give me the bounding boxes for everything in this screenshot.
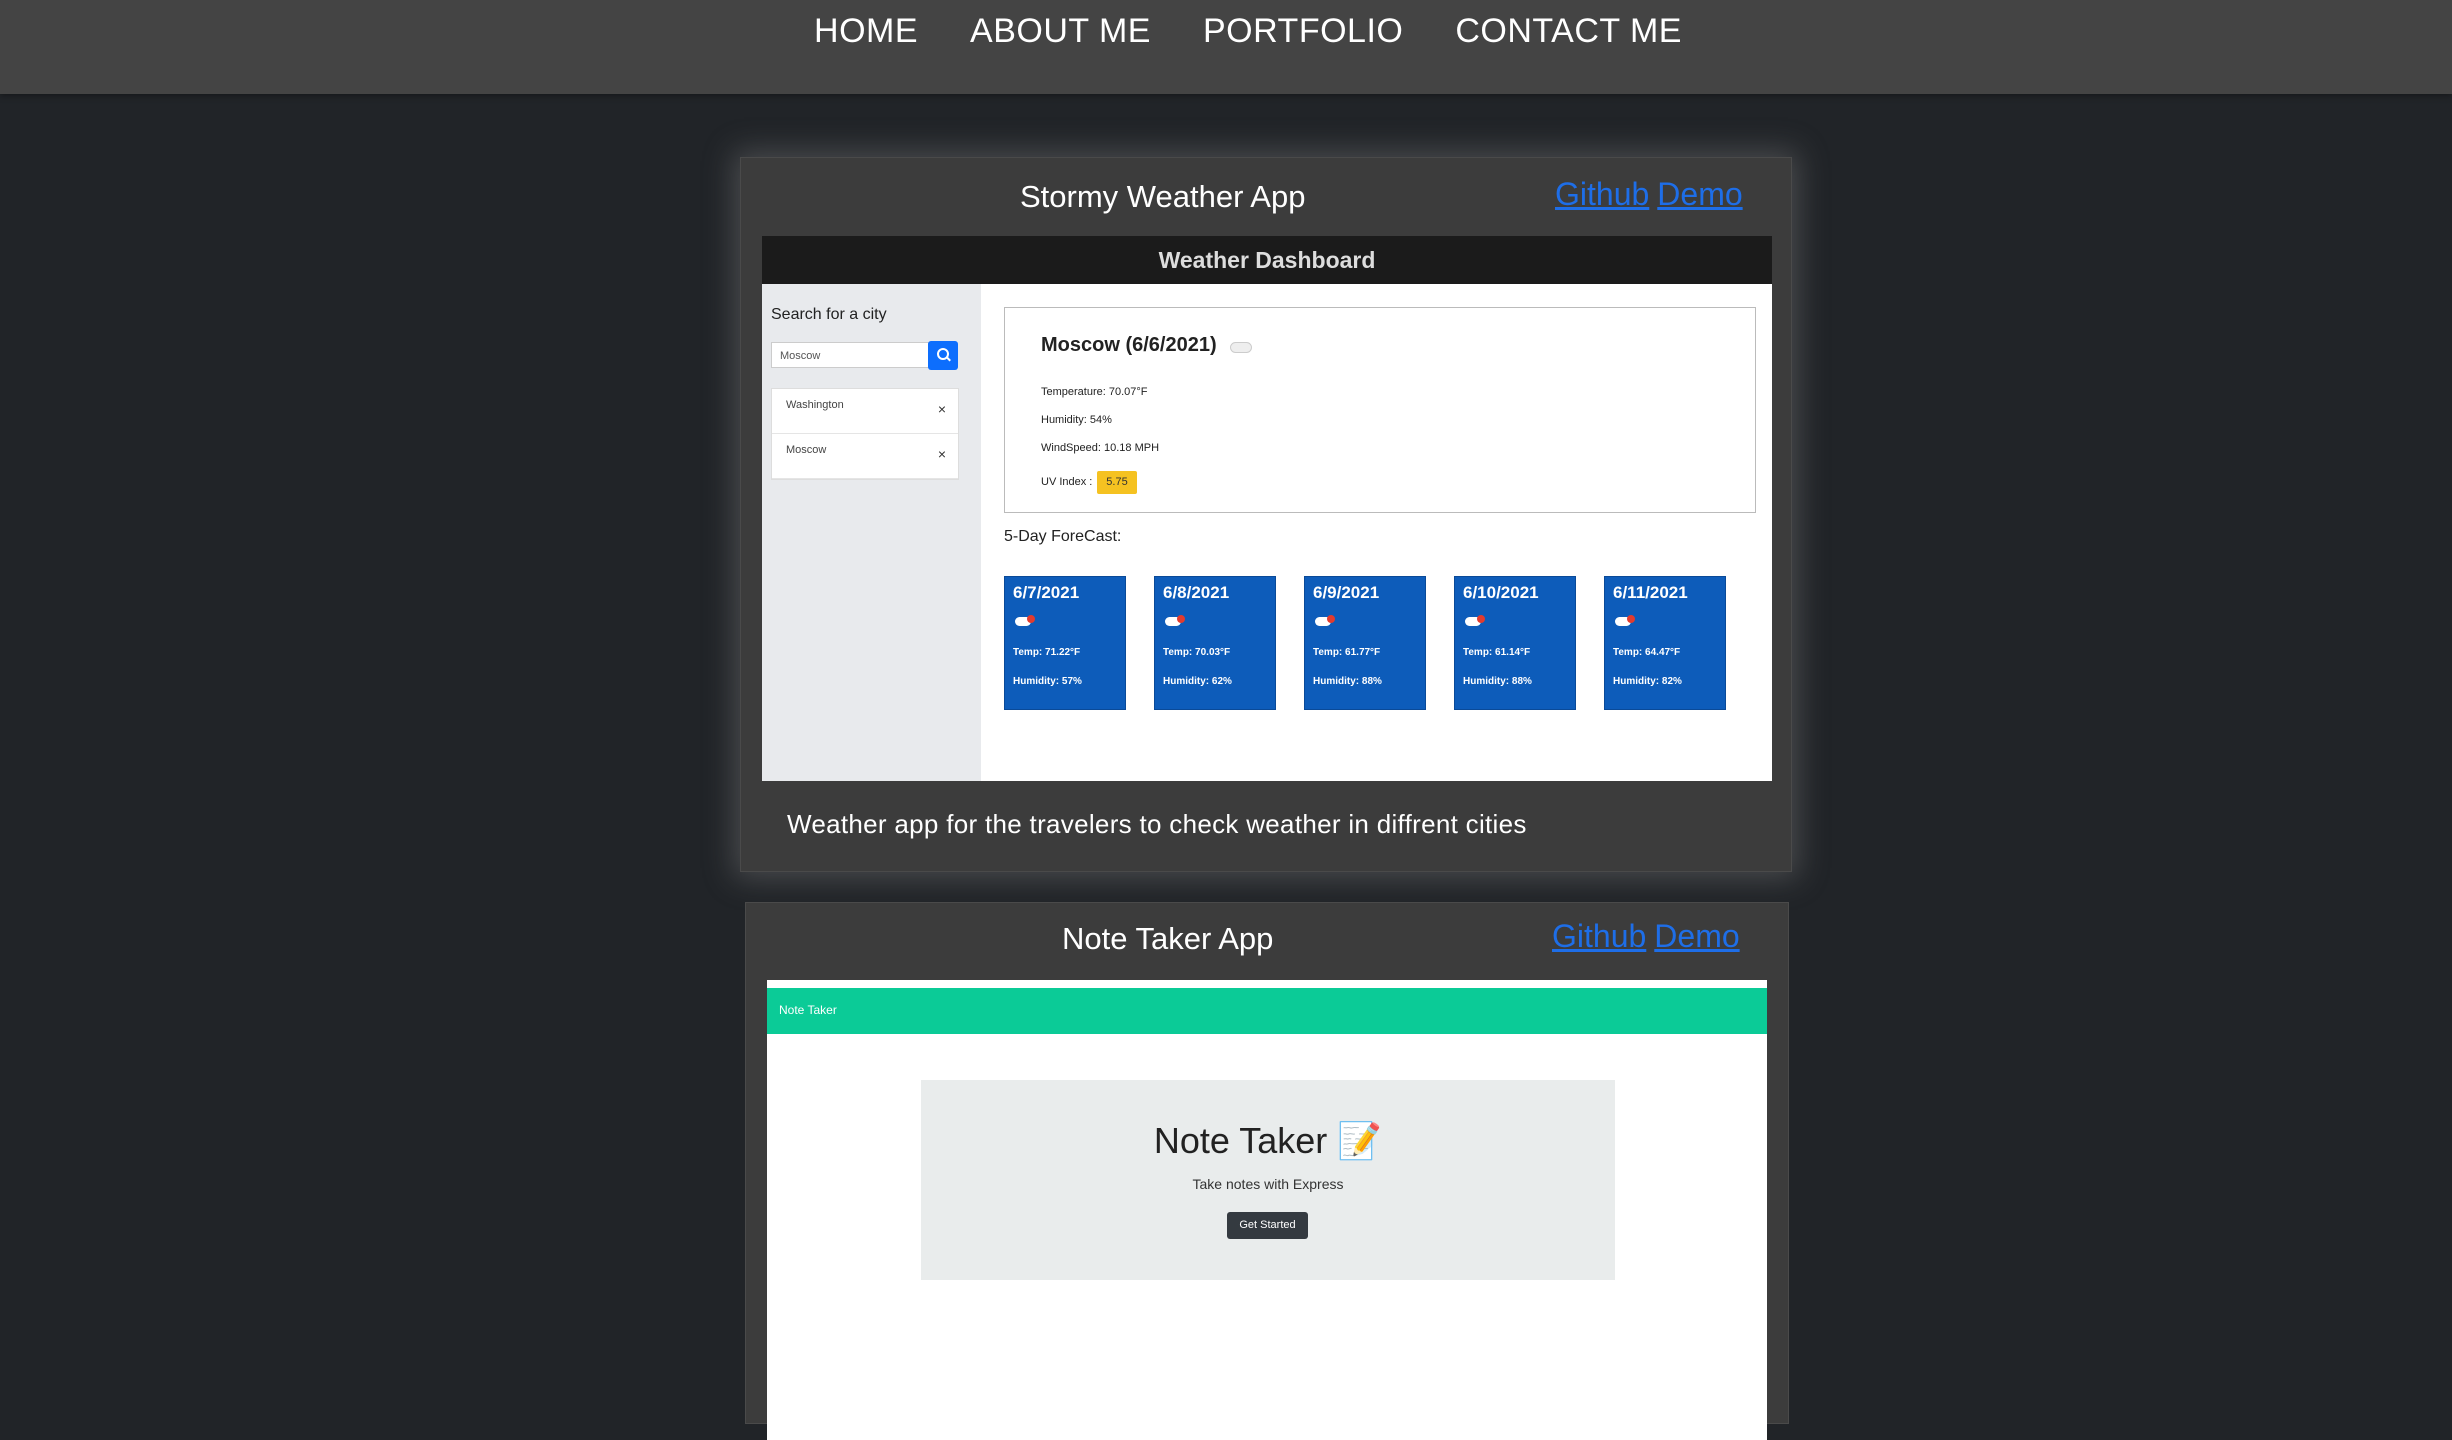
weather-icon [1477,615,1485,623]
weather-dashboard-header: Weather Dashboard [762,236,1772,284]
forecast-humidity: Humidity: 62% [1163,676,1232,687]
cloud-icon [1230,342,1252,353]
top-navbar: HOME ABOUT ME PORTFOLIO CONTACT ME [0,0,2452,94]
forecast-humidity: Humidity: 82% [1613,676,1682,687]
github-link[interactable]: Github [1555,176,1649,212]
weather-icon [1627,615,1635,623]
search-label: Search for a city [771,306,887,323]
forecast-temp: Temp: 64.47°F [1613,647,1681,658]
forecast-card: 6/11/2021 Temp: 64.47°F Humidity: 82% [1604,576,1726,710]
forecast-date: 6/10/2021 [1463,583,1539,602]
forecast-label: 5-Day ForeCast: [1004,528,1122,545]
city-heading: Moscow (6/6/2021) [1041,334,1217,356]
temperature-text: Temperature: 70.07°F [1041,386,1148,398]
forecast-temp: Temp: 70.03°F [1163,647,1231,658]
forecast-temp: Temp: 61.14°F [1463,647,1531,658]
forecast-temp: Temp: 61.77°F [1313,647,1381,658]
nav-portfolio[interactable]: PORTFOLIO [1203,12,1403,51]
weather-icon [1327,615,1335,623]
demo-link[interactable]: Demo [1654,918,1739,954]
project-links: Github Demo [1547,176,1743,213]
weather-sidebar: Search for a city Moscow Washington × Mo… [762,284,981,781]
forecast-humidity: Humidity: 57% [1013,676,1082,687]
project-screenshot-weather[interactable]: Weather Dashboard Search for a city Mosc… [762,236,1772,781]
forecast-temp: Temp: 71.22°F [1013,647,1081,658]
close-icon: × [937,401,946,417]
nav-menu: HOME ABOUT ME PORTFOLIO CONTACT ME [0,12,2452,51]
note-taker-brand: Note Taker [779,1003,837,1017]
project-links: Github Demo [1544,918,1740,955]
note-taker-subtitle: Take notes with Express [1192,1176,1344,1192]
project-screenshot-note-taker[interactable]: Note Taker Note Taker 📝 Take notes with … [767,980,1767,1440]
forecast-card: 6/7/2021 Temp: 71.22°F Humidity: 57% [1004,576,1126,710]
forecast-humidity: Humidity: 88% [1313,676,1382,687]
weather-icon [1027,615,1035,623]
weather-icon [1177,615,1185,623]
demo-link[interactable]: Demo [1657,176,1742,212]
project-title: Note Taker App [1062,921,1274,956]
github-link[interactable]: Github [1552,918,1646,954]
project-description: Weather app for the travelers to check w… [787,809,1527,839]
forecast-humidity: Humidity: 88% [1463,676,1532,687]
forecast-date: 6/9/2021 [1313,583,1380,602]
project-card-note-taker: Note Taker App Github Demo Note Taker Not… [745,902,1789,1440]
nav-about-me[interactable]: ABOUT ME [970,12,1151,51]
forecast-card: 6/10/2021 Temp: 61.14°F Humidity: 88% [1454,576,1576,710]
uv-label: UV Index : [1041,476,1093,488]
history-item: Moscow × [772,434,958,479]
search-icon [928,341,958,370]
forecast-date: 6/8/2021 [1163,583,1230,602]
nav-contact-me[interactable]: CONTACT ME [1455,12,1682,51]
nav-home[interactable]: HOME [814,12,918,51]
forecast-card: 6/8/2021 Temp: 70.03°F Humidity: 62% [1154,576,1276,710]
history-item: Washington × [772,389,958,434]
close-icon: × [937,446,946,462]
history-item-label: Washington [786,399,844,411]
forecast-date: 6/11/2021 [1613,583,1688,602]
get-started-button: Get Started [1227,1212,1308,1239]
search-history-list: Washington × Moscow × [771,388,959,480]
note-taker-header: Note Taker [767,988,1767,1034]
current-weather-panel: Moscow (6/6/2021) Temperature: 70.07°F H… [1004,307,1756,513]
uv-index-badge: 5.75 [1097,471,1137,494]
forecast-card: 6/9/2021 Temp: 61.77°F Humidity: 88% [1304,576,1426,710]
note-taker-jumbotron: Note Taker 📝 Take notes with Express Get… [921,1080,1615,1280]
project-title: Stormy Weather App [1020,179,1306,214]
forecast-date: 6/7/2021 [1013,583,1080,602]
city-search-input: Moscow [771,342,929,368]
note-taker-title: Note Taker 📝 [1153,1120,1383,1161]
history-item-label: Moscow [786,444,827,456]
humidity-text: Humidity: 54% [1041,414,1112,426]
project-card-weather: Stormy Weather App Github Demo Weather Da… [740,157,1792,872]
windspeed-text: WindSpeed: 10.18 MPH [1041,442,1160,454]
